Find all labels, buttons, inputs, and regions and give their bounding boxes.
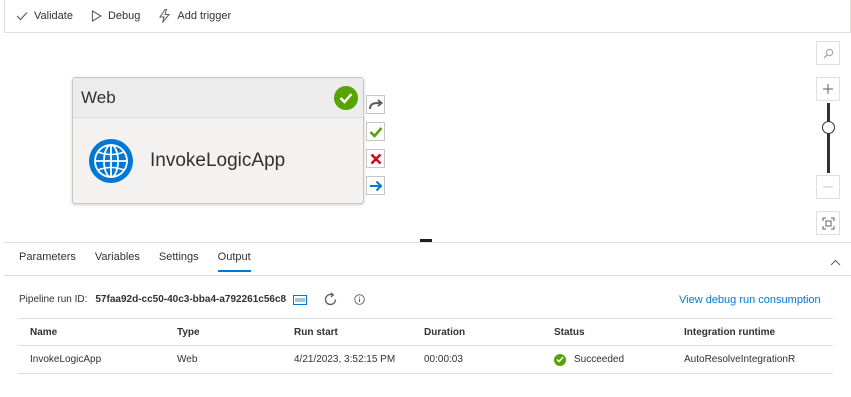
- pipeline-run-row: Pipeline run ID: 57faa92d-cc50-40c3-bba4…: [19, 292, 381, 307]
- search-nodes-button[interactable]: [816, 41, 840, 65]
- panel-tabs: Parameters Variables Settings Output: [19, 251, 270, 272]
- debug-button[interactable]: Debug: [91, 10, 140, 22]
- success-check-icon: [334, 86, 358, 110]
- table-row[interactable]: InvokeLogicApp Web 4/21/2023, 3:52:15 PM…: [18, 346, 833, 374]
- redo-arrow-icon: [369, 98, 383, 109]
- validate-label: Validate: [34, 10, 73, 22]
- tab-parameters[interactable]: Parameters: [19, 251, 76, 272]
- info-icon: [354, 294, 365, 305]
- column-header-run-start[interactable]: Run start: [294, 327, 424, 338]
- pipeline-canvas[interactable]: Web InvokeLogicApp: [4, 33, 851, 242]
- play-icon: [91, 10, 102, 22]
- table-header-row: Name Type Run start Duration Status Inte…: [18, 318, 833, 346]
- fit-screen-icon: [822, 217, 834, 229]
- view-debug-run-consumption-link[interactable]: View debug run consumption: [679, 294, 821, 306]
- activity-connectors: [366, 95, 386, 203]
- status-text: Succeeded: [574, 354, 625, 365]
- zoom-control: [816, 41, 842, 235]
- toolbar: Validate Debug Add trigger: [4, 0, 851, 33]
- activity-header: Web: [73, 78, 363, 118]
- column-header-integration-runtime[interactable]: Integration runtime: [684, 327, 833, 338]
- skip-connector[interactable]: [366, 95, 385, 114]
- refresh-icon: [324, 292, 337, 306]
- cell-name: InvokeLogicApp: [30, 354, 102, 365]
- succeeded-icon: [554, 353, 566, 366]
- close-icon: [370, 153, 381, 164]
- completion-connector[interactable]: [366, 176, 385, 195]
- search-icon: [823, 48, 833, 58]
- debug-label: Debug: [107, 10, 141, 22]
- add-trigger-label: Add trigger: [177, 10, 232, 22]
- collapse-panel-button[interactable]: [830, 253, 841, 271]
- tabs-divider: [4, 275, 851, 276]
- zoom-out-button[interactable]: [816, 175, 840, 199]
- column-header-name[interactable]: Name: [18, 327, 177, 338]
- cell-type: Web: [177, 354, 198, 365]
- validate-button[interactable]: Validate: [16, 10, 73, 22]
- tab-settings[interactable]: Settings: [159, 251, 199, 272]
- tab-output[interactable]: Output: [217, 251, 251, 272]
- activity-type-label: Web: [81, 87, 116, 107]
- activity-runs-table: Name Type Run start Duration Status Inte…: [18, 318, 833, 374]
- copy-run-id-button[interactable]: [293, 294, 308, 305]
- properties-panel: Parameters Variables Settings Output Pip…: [4, 242, 851, 397]
- globe-icon: [89, 139, 133, 183]
- success-connector[interactable]: [366, 122, 385, 141]
- activity-name: InvokeLogicApp: [150, 150, 286, 171]
- plus-icon: [823, 84, 833, 94]
- run-id-label: Pipeline run ID:: [19, 294, 88, 305]
- chevron-up-icon: [830, 259, 841, 266]
- checkmark-icon: [16, 12, 28, 21]
- lightning-icon: [159, 9, 171, 23]
- checkmark-icon: [369, 126, 382, 138]
- add-trigger-button[interactable]: Add trigger: [158, 9, 231, 23]
- tab-variables[interactable]: Variables: [95, 251, 140, 272]
- web-activity-node[interactable]: Web InvokeLogicApp: [72, 77, 364, 204]
- zoom-slider[interactable]: [816, 103, 840, 173]
- fit-to-screen-button[interactable]: [816, 211, 840, 235]
- column-header-duration[interactable]: Duration: [424, 327, 554, 338]
- cell-run-start: 4/21/2023, 3:52:15 PM: [294, 354, 396, 365]
- zoom-slider-handle[interactable]: [822, 121, 835, 134]
- zoom-in-button[interactable]: [816, 77, 840, 101]
- refresh-button[interactable]: [323, 292, 338, 307]
- cell-integration-runtime: AutoResolveIntegrationR: [684, 354, 796, 365]
- run-id-value: 57faa92d-cc50-40c3-bba4-a792261c56c8: [95, 294, 287, 305]
- activity-body: InvokeLogicApp: [73, 118, 363, 204]
- copy-icon: [293, 294, 308, 305]
- info-button[interactable]: [354, 294, 365, 305]
- minus-icon: [823, 186, 833, 188]
- column-header-type[interactable]: Type: [177, 327, 294, 338]
- cell-status: Succeeded: [554, 353, 684, 366]
- cell-duration: 00:00:03: [424, 354, 463, 365]
- column-header-status[interactable]: Status: [554, 327, 684, 338]
- arrow-right-icon: [369, 180, 382, 191]
- failure-connector[interactable]: [366, 149, 385, 168]
